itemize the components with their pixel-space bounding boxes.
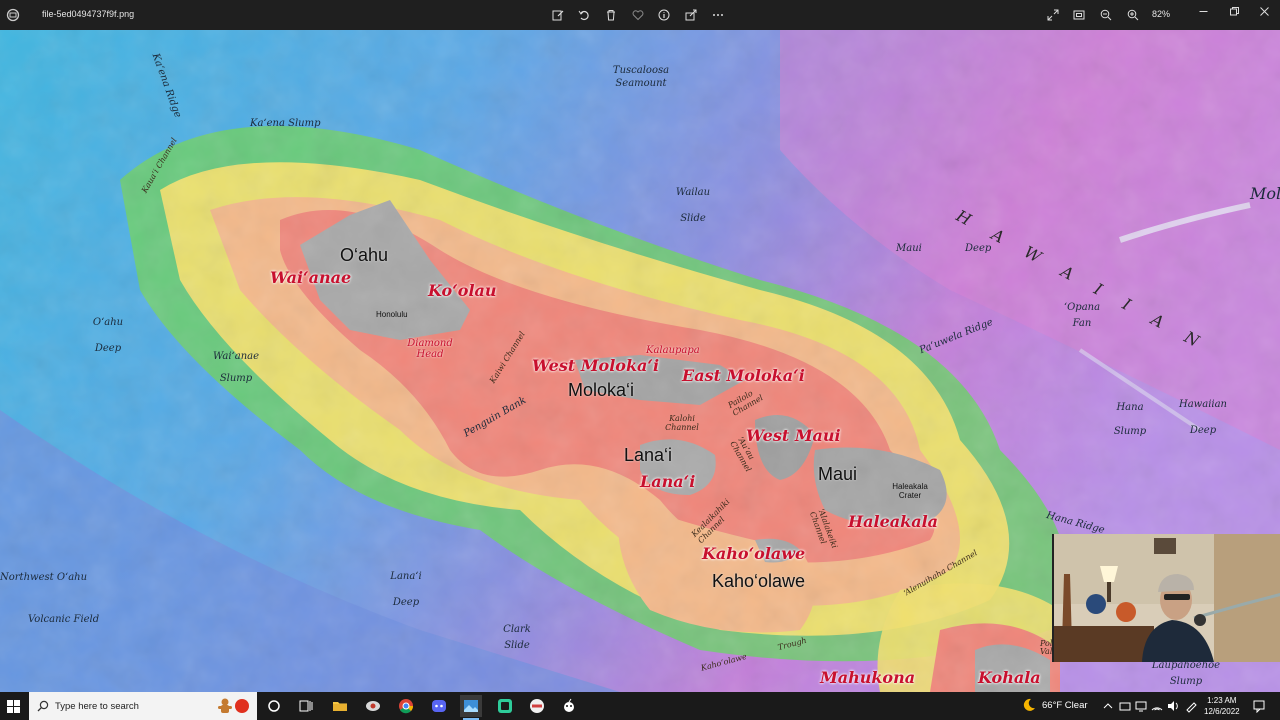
- koolau-volcano-label: Ko‘olau: [428, 281, 497, 300]
- kahoolawe-volcano-label: Kaho‘olawe: [702, 544, 806, 563]
- minimize-button[interactable]: [1187, 0, 1219, 22]
- expand-icon[interactable]: [1043, 5, 1063, 25]
- app2-icon[interactable]: [494, 695, 516, 717]
- restore-button[interactable]: [1218, 0, 1250, 22]
- wailau-slide-label: Wailau Slide: [675, 187, 711, 224]
- maui-deep-label: Maui Deep: [896, 243, 992, 254]
- fit-icon[interactable]: [1069, 5, 1089, 25]
- haleakala-crater-label: Haleakala Crater: [892, 482, 928, 500]
- app4-icon[interactable]: [558, 695, 580, 717]
- opana-fan-label: ‘Opana Fan: [1063, 302, 1101, 329]
- kalaupapa-label: Kalaupapa: [646, 345, 700, 356]
- search-highlight-icon: [235, 699, 249, 713]
- west-maui-volcano-label: West Maui: [746, 426, 841, 445]
- clock-time: 1:23 AM: [1207, 696, 1237, 705]
- app-icon[interactable]: [362, 695, 384, 717]
- waianae-volcano-label: Wai‘anae: [270, 268, 352, 287]
- title-bar: file-5ed0494737f9f.png 82%: [0, 0, 1280, 30]
- rotate-icon[interactable]: [574, 5, 594, 25]
- kohala-volcano-label: Kohala: [978, 668, 1041, 687]
- west-molokai-volcano-label: West Moloka‘i: [532, 356, 660, 375]
- info-icon[interactable]: [654, 5, 674, 25]
- photos-app-icon: [6, 8, 20, 22]
- hana-slump-label: Hana Slump: [1113, 402, 1147, 437]
- display-icon[interactable]: [1134, 699, 1148, 713]
- file-explorer-icon[interactable]: [329, 695, 351, 717]
- mahukona-volcano-label: Mahukona: [820, 668, 916, 687]
- laupahoehoe-slump-label: Laupahoehoe Slump: [1151, 660, 1221, 687]
- honolulu-label: Honolulu: [376, 310, 408, 319]
- app3-icon[interactable]: [526, 695, 548, 717]
- windows-logo-icon: [6, 699, 20, 713]
- start-button[interactable]: [0, 692, 26, 720]
- maui-island-label: Maui: [818, 464, 858, 484]
- lanai-island-label: Lana‘i: [624, 445, 673, 465]
- task-view-icon[interactable]: [295, 695, 317, 717]
- weather-text: 66°F Clear: [1042, 700, 1088, 711]
- zoom-out-icon[interactable]: [1096, 5, 1116, 25]
- haleakala-volcano-label: Haleakala: [848, 512, 939, 531]
- file-name: file-5ed0494737f9f.png: [42, 9, 135, 19]
- favorite-icon[interactable]: [628, 5, 648, 25]
- kalohi-channel-label: Kalohi Channel: [665, 414, 699, 432]
- volume-icon[interactable]: [1166, 699, 1180, 713]
- photos-icon[interactable]: [460, 695, 482, 720]
- tuscaloosa-seamount-label: Tuscaloosa Seamount: [612, 65, 670, 89]
- zoom-level[interactable]: 82%: [1152, 9, 1170, 19]
- molokai-edge-label: Mol: [1250, 184, 1280, 203]
- clark-slide-label: Clark Slide: [503, 624, 531, 651]
- hawaiian-deep-label: Hawaiian Deep: [1178, 399, 1227, 436]
- discord-icon[interactable]: [428, 695, 450, 717]
- northwest-oahu-label: Northwest O‘ahu: [0, 572, 88, 583]
- close-button[interactable]: [1248, 0, 1280, 22]
- clock-date: 12/6/2022: [1204, 707, 1240, 716]
- delete-icon[interactable]: [601, 5, 621, 25]
- oahu-island-label: O‘ahu: [340, 245, 389, 265]
- search-icon: [37, 700, 49, 712]
- edit-icon[interactable]: [548, 5, 568, 25]
- east-molokai-volcano-label: East Moloka‘i: [682, 366, 805, 385]
- pen-icon[interactable]: [1184, 699, 1198, 713]
- weather-widget[interactable]: 66°F Clear: [1022, 698, 1088, 711]
- network-icon[interactable]: [1150, 699, 1164, 713]
- waianae-slump-label: Wai‘anae Slump: [212, 351, 260, 384]
- kaena-slump-label: Ka‘ena Slump: [250, 118, 321, 129]
- more-icon[interactable]: [708, 5, 728, 25]
- chevron-up-icon[interactable]: [1101, 699, 1115, 713]
- notification-icon[interactable]: [1252, 699, 1266, 713]
- moon-icon: [1023, 698, 1035, 711]
- taskbar-clock[interactable]: 1:23 AM 12/6/2022: [1204, 695, 1240, 717]
- gingerbread-icon: [218, 698, 232, 713]
- search-placeholder: Type here to search: [55, 701, 139, 712]
- cortana-icon[interactable]: [263, 695, 285, 717]
- share-icon[interactable]: [681, 5, 701, 25]
- diamond-head-label: Diamond Head: [407, 338, 453, 360]
- meet-now-icon[interactable]: [1118, 699, 1132, 713]
- chrome-icon[interactable]: [395, 695, 417, 717]
- zoom-in-icon[interactable]: [1123, 5, 1143, 25]
- taskbar: Type here to search 66°F Clear 1:23 AM 1…: [0, 692, 1280, 720]
- webcam-overlay: [1052, 534, 1280, 662]
- oahu-deep-label: O‘ahu Deep: [92, 317, 124, 354]
- molokai-island-label: Moloka‘i: [568, 380, 635, 400]
- volcanic-field-label: Volcanic Field: [28, 614, 100, 625]
- taskbar-search[interactable]: Type here to search: [29, 692, 257, 720]
- lanai-deep-label: Lana‘i Deep: [390, 571, 422, 608]
- webcam-feed-image: [1054, 534, 1280, 662]
- kahoolawe-island-label: Kaho‘olawe: [712, 571, 806, 591]
- lanai-volcano-label: Lana‘i: [640, 472, 696, 491]
